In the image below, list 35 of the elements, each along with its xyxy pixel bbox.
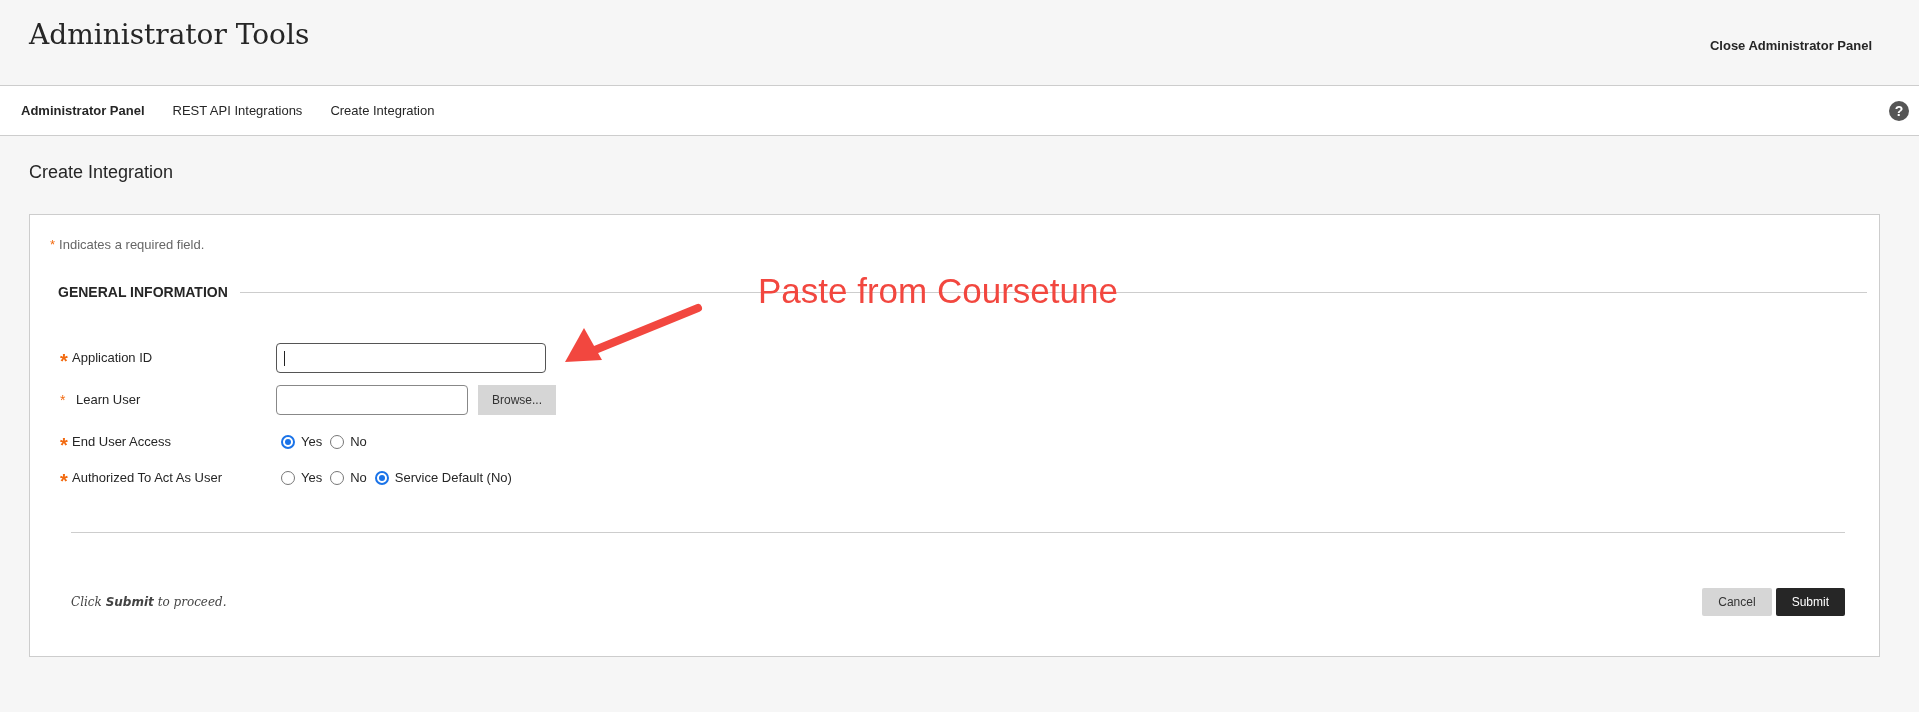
radio-button[interactable] xyxy=(330,471,345,486)
submit-button[interactable]: Submit xyxy=(1775,588,1845,617)
breadcrumb-link[interactable]: Administrator Panel xyxy=(21,100,145,121)
radio-button[interactable] xyxy=(281,435,295,450)
radio-label[interactable]: Yes xyxy=(301,432,323,452)
radio-button[interactable] xyxy=(281,471,295,486)
cancel-button[interactable]: Cancel xyxy=(1702,588,1772,617)
help-icon[interactable]: ? xyxy=(1889,100,1909,121)
radio-button[interactable] xyxy=(330,435,345,450)
page-title: Administrator Tools xyxy=(29,17,310,53)
field-label: End User Access xyxy=(72,433,171,452)
breadcrumb-link[interactable]: Create Integration xyxy=(330,100,435,121)
required-asterisk: * xyxy=(60,351,69,372)
close-panel-link[interactable]: Close Administrator Panel xyxy=(1709,36,1872,56)
input-field[interactable] xyxy=(276,385,468,416)
radio-label[interactable]: No xyxy=(350,432,367,452)
section-heading: Create Integration xyxy=(29,162,175,184)
instruction-text: Click Submit to proceed. xyxy=(71,594,227,612)
radio-label[interactable]: Yes xyxy=(301,468,323,488)
required-asterisk: * xyxy=(60,471,69,492)
radio-button[interactable] xyxy=(374,471,389,486)
required-asterisk: * xyxy=(60,393,67,408)
browse-button[interactable]: Browse... xyxy=(478,385,556,416)
input-field[interactable] xyxy=(276,343,546,374)
required-asterisk: * xyxy=(50,235,56,254)
required-note: Indicates a required field. xyxy=(59,235,205,254)
field-label: Learn User xyxy=(76,391,141,410)
field-label: Application ID xyxy=(72,349,153,368)
radio-label[interactable]: Service Default (No) xyxy=(394,468,512,488)
required-asterisk: * xyxy=(60,435,69,456)
fieldset-title: GENERAL INFORMATION xyxy=(58,283,228,303)
field-label: Authorized To Act As User xyxy=(72,469,223,488)
radio-label[interactable]: No xyxy=(350,468,367,488)
annotation-text: Paste from Coursetune xyxy=(758,270,1118,312)
breadcrumb-link[interactable]: REST API Integrations xyxy=(172,100,303,121)
